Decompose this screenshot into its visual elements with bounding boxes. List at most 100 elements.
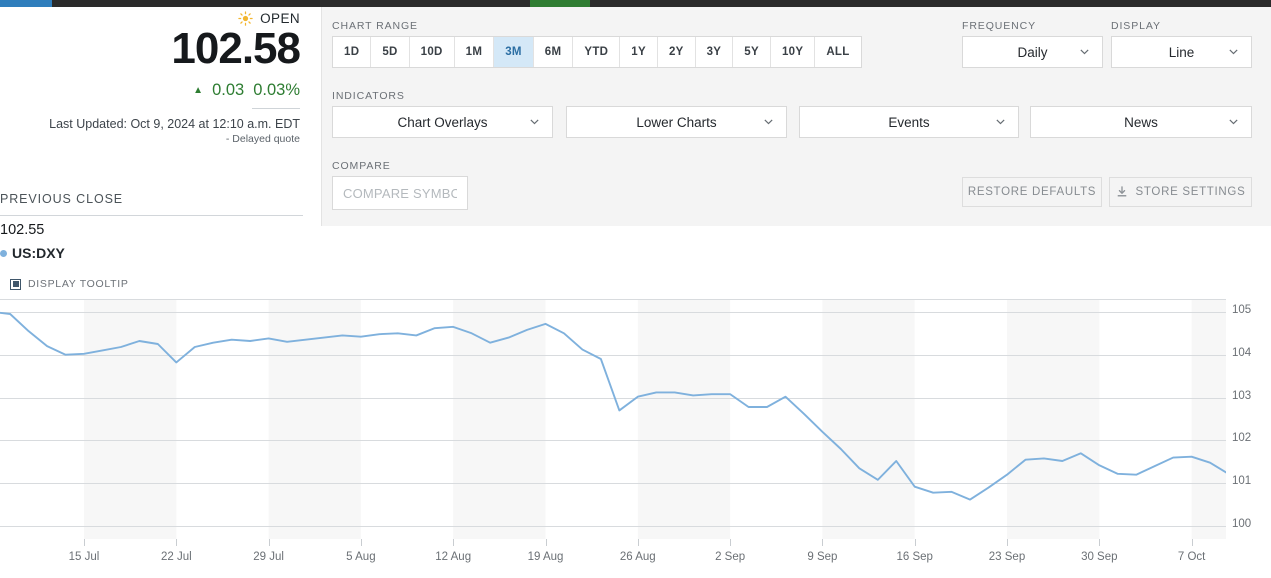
chart-range-button-group[interactable]: 1D 5D 10D 1M 3M 6M YTD 1Y 2Y 3Y 5Y 10Y A… — [332, 36, 862, 68]
range-button-ytd[interactable]: YTD — [573, 37, 620, 67]
news-value: News — [1124, 115, 1158, 130]
y-axis-tick-103: 103 — [1232, 390, 1251, 402]
frequency-label: FREQUENCY — [962, 20, 1036, 32]
x-axis-tick-30-sep: 30 Sep — [1081, 551, 1117, 563]
delayed-quote-note: - Delayed quote — [226, 133, 300, 145]
indicators-label: INDICATORS — [332, 90, 405, 102]
x-axis-tick-mark — [915, 539, 916, 546]
x-axis-tick-7-oct: 7 Oct — [1178, 551, 1205, 563]
x-axis-tick-23-sep: 23 Sep — [989, 551, 1025, 563]
x-axis-tick-mark — [84, 539, 85, 546]
range-button-6m[interactable]: 6M — [534, 37, 574, 67]
series-label: US:DXY — [12, 245, 65, 261]
y-axis-tick-102: 102 — [1232, 432, 1251, 444]
chevron-down-icon — [1228, 116, 1239, 127]
display-value: Line — [1169, 45, 1195, 60]
x-axis-tick-12-aug: 12 Aug — [435, 551, 471, 563]
lower-charts-select[interactable]: Lower Charts — [566, 106, 787, 138]
x-axis-tick-22-jul: 22 Jul — [161, 551, 192, 563]
range-button-1d[interactable]: 1D — [333, 37, 371, 67]
x-axis-tick-mark — [1099, 539, 1100, 546]
range-button-1m[interactable]: 1M — [455, 37, 495, 67]
x-axis-tick-mark — [361, 539, 362, 546]
x-axis-tick-mark — [269, 539, 270, 546]
news-select[interactable]: News — [1030, 106, 1252, 138]
frequency-value: Daily — [1017, 45, 1047, 60]
x-axis-tick-mark — [453, 539, 454, 546]
y-axis: 105 104 103 102 101 100 — [1228, 299, 1271, 539]
x-axis-tick-5-aug: 5 Aug — [346, 551, 375, 563]
chart-plot-area[interactable] — [0, 299, 1226, 539]
compare-symbol-input[interactable] — [332, 176, 468, 210]
x-axis-tick-mark — [1192, 539, 1193, 546]
range-button-3m[interactable]: 3M — [494, 37, 534, 67]
price-change: ▲ 0.03 0.03% — [193, 81, 300, 100]
range-button-2y[interactable]: 2Y — [658, 37, 696, 67]
restore-defaults-button[interactable]: RESTORE DEFAULTS — [962, 177, 1102, 207]
checkbox-icon[interactable] — [10, 279, 21, 290]
y-axis-tick-101: 101 — [1232, 475, 1251, 487]
y-axis-tick-100: 100 — [1232, 518, 1251, 530]
display-tooltip-label: DISPLAY TOOLTIP — [28, 278, 129, 290]
display-tooltip-toggle[interactable]: DISPLAY TOOLTIP — [10, 278, 129, 290]
display-label: DISPLAY — [1111, 20, 1161, 32]
y-axis-tick-104: 104 — [1232, 347, 1251, 359]
range-button-5d[interactable]: 5D — [371, 37, 409, 67]
chevron-down-icon — [1228, 46, 1239, 57]
previous-close-label: PREVIOUS CLOSE — [0, 192, 123, 206]
range-button-all[interactable]: ALL — [815, 37, 860, 67]
lower-charts-value: Lower Charts — [636, 115, 716, 130]
chevron-down-icon — [995, 116, 1006, 127]
change-percent: 0.03% — [253, 81, 300, 100]
store-settings-label: STORE SETTINGS — [1136, 186, 1246, 198]
range-button-3y[interactable]: 3Y — [696, 37, 734, 67]
x-axis-tick-26-aug: 26 Aug — [620, 551, 656, 563]
display-select[interactable]: Line — [1111, 36, 1252, 68]
y-axis-tick-105: 105 — [1232, 304, 1251, 316]
x-axis-tick-mark — [730, 539, 731, 546]
x-axis-tick-mark — [546, 539, 547, 546]
x-axis-tick-9-sep: 9 Sep — [807, 551, 837, 563]
chart-overlays-value: Chart Overlays — [397, 115, 487, 130]
frequency-select[interactable]: Daily — [962, 36, 1103, 68]
up-caret-icon: ▲ — [193, 85, 203, 96]
x-axis-tick-19-aug: 19 Aug — [528, 551, 564, 563]
x-axis-tick-16-sep: 16 Sep — [896, 551, 932, 563]
download-icon — [1116, 186, 1128, 198]
x-axis-tick-mark — [1007, 539, 1008, 546]
x-axis-tick-mark — [638, 539, 639, 546]
chart-legend[interactable]: US:DXY — [0, 245, 65, 261]
x-axis: 15 Jul 22 Jul 29 Jul 5 Aug 12 Aug 19 Aug 26 Au… — [0, 539, 1226, 578]
compare-label: COMPARE — [332, 160, 391, 172]
events-value: Events — [888, 115, 929, 130]
price-chart[interactable]: 105 104 103 102 101 100 15 Jul 22 Jul 29 Jul 5 A… — [0, 299, 1271, 578]
last-updated-text: Last Updated: Oct 9, 2024 at 12:10 a.m. … — [49, 117, 300, 131]
chart-range-label: CHART RANGE — [332, 20, 418, 32]
divider — [252, 108, 300, 109]
range-button-5y[interactable]: 5Y — [733, 37, 771, 67]
chart-svg — [0, 299, 1226, 539]
chart-settings-panel: CHART RANGE 1D 5D 10D 1M 3M 6M YTD 1Y 2Y… — [321, 7, 1271, 226]
chevron-down-icon — [763, 116, 774, 127]
topbar-green-segment — [530, 0, 590, 7]
change-absolute: 0.03 — [212, 81, 244, 100]
chevron-down-icon — [529, 116, 540, 127]
x-axis-tick-29-jul: 29 Jul — [253, 551, 284, 563]
browser-top-bar — [0, 0, 1271, 7]
series-color-dot — [0, 250, 7, 257]
x-axis-tick-15-jul: 15 Jul — [69, 551, 100, 563]
range-button-10d[interactable]: 10D — [410, 37, 455, 67]
topbar-blue-segment — [0, 0, 52, 7]
previous-close-divider — [0, 215, 303, 216]
quote-panel: OPEN 102.58 ▲ 0.03 0.03% Last Updated: O… — [0, 7, 320, 233]
x-axis-tick-mark — [176, 539, 177, 546]
store-settings-button[interactable]: STORE SETTINGS — [1109, 177, 1252, 207]
range-button-1y[interactable]: 1Y — [620, 37, 658, 67]
events-select[interactable]: Events — [799, 106, 1019, 138]
restore-defaults-label: RESTORE DEFAULTS — [968, 186, 1096, 198]
price-value: 102.58 — [171, 24, 300, 74]
previous-close-value: 102.55 — [0, 222, 44, 238]
week-shading-bands — [84, 299, 1226, 539]
chart-overlays-select[interactable]: Chart Overlays — [332, 106, 553, 138]
range-button-10y[interactable]: 10Y — [771, 37, 815, 67]
